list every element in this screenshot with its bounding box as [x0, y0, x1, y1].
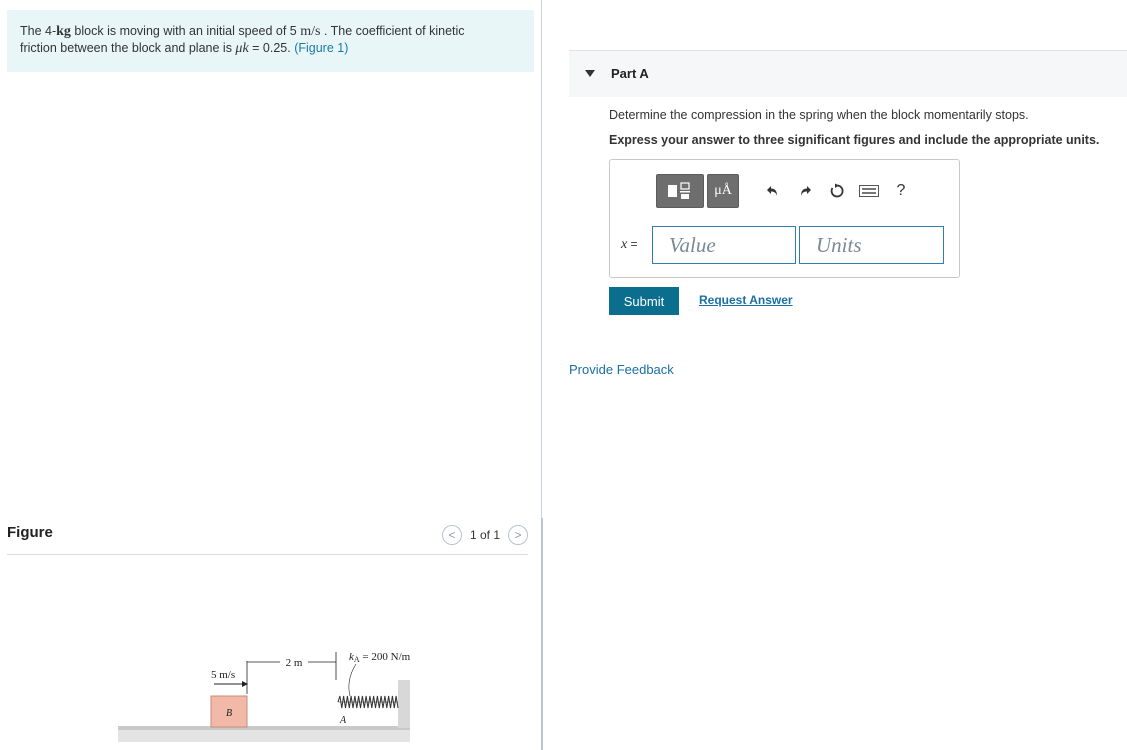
- problem-text: = 0.25.: [248, 41, 295, 55]
- ground-surface: [118, 726, 410, 730]
- distance-label: 2 m: [286, 657, 303, 669]
- submit-button[interactable]: Submit: [609, 287, 679, 315]
- mass-unit: kg: [56, 24, 71, 39]
- variable-label: x =: [621, 237, 638, 252]
- figure-header: Figure < 1 of 1 >: [7, 518, 528, 555]
- left-panel: The 4-kg block is moving with an initial…: [0, 0, 540, 750]
- problem-text: The 4-: [20, 24, 57, 38]
- part-title: Part A: [611, 66, 649, 81]
- question-text: Determine the compression in the spring …: [609, 108, 1029, 122]
- answer-box: μÅ ? x = Value Units: [609, 159, 960, 278]
- templates-icon[interactable]: [656, 174, 704, 208]
- block-label: B: [226, 708, 232, 719]
- keyboard-icon[interactable]: [853, 174, 885, 208]
- value-input[interactable]: Value: [652, 226, 796, 264]
- units-input[interactable]: Units: [799, 226, 944, 264]
- chevron-right-icon[interactable]: >: [508, 525, 528, 545]
- panel-divider: [541, 0, 542, 520]
- math-toolbar: μÅ ?: [656, 174, 917, 208]
- panel-divider-lower: [541, 518, 543, 750]
- figure-title: Figure: [7, 524, 53, 541]
- speed-unit: m/s: [300, 24, 321, 39]
- redo-icon[interactable]: [789, 174, 821, 208]
- figure-pager: < 1 of 1 >: [441, 524, 528, 546]
- point-a-label: A: [339, 715, 347, 726]
- figure-diagram: B 5 m/s 2 m kA = 200 N/m A: [118, 651, 411, 742]
- chevron-left-icon[interactable]: <: [441, 525, 462, 545]
- mu-symbol: μk: [235, 41, 249, 56]
- part-header[interactable]: Part A: [569, 50, 1127, 97]
- figure-link[interactable]: (Figure 1): [294, 41, 348, 55]
- problem-statement: The 4-kg block is moving with an initial…: [7, 10, 534, 72]
- collapse-triangle-icon[interactable]: [585, 70, 595, 77]
- help-icon[interactable]: ?: [885, 174, 917, 208]
- problem-text: block is moving with an initial speed of…: [70, 24, 301, 38]
- spring-constant-label: kA = 200 N/m: [349, 651, 411, 664]
- problem-text: friction between the block and plane is: [20, 41, 236, 55]
- reset-icon[interactable]: [821, 174, 853, 208]
- wall: [398, 680, 410, 728]
- problem-text: . The coefficient of kinetic: [320, 24, 465, 38]
- request-answer-link[interactable]: Request Answer: [699, 293, 793, 307]
- pager-text: 1 of 1: [469, 528, 500, 542]
- provide-feedback-link[interactable]: Provide Feedback: [569, 362, 674, 377]
- units-icon[interactable]: μÅ: [707, 174, 739, 208]
- instructions-text: Express your answer to three significant…: [609, 133, 1100, 147]
- undo-icon[interactable]: [757, 174, 789, 208]
- spring-leader-line: [348, 663, 357, 697]
- ground-shade: [118, 730, 410, 742]
- speed-label: 5 m/s: [211, 669, 235, 681]
